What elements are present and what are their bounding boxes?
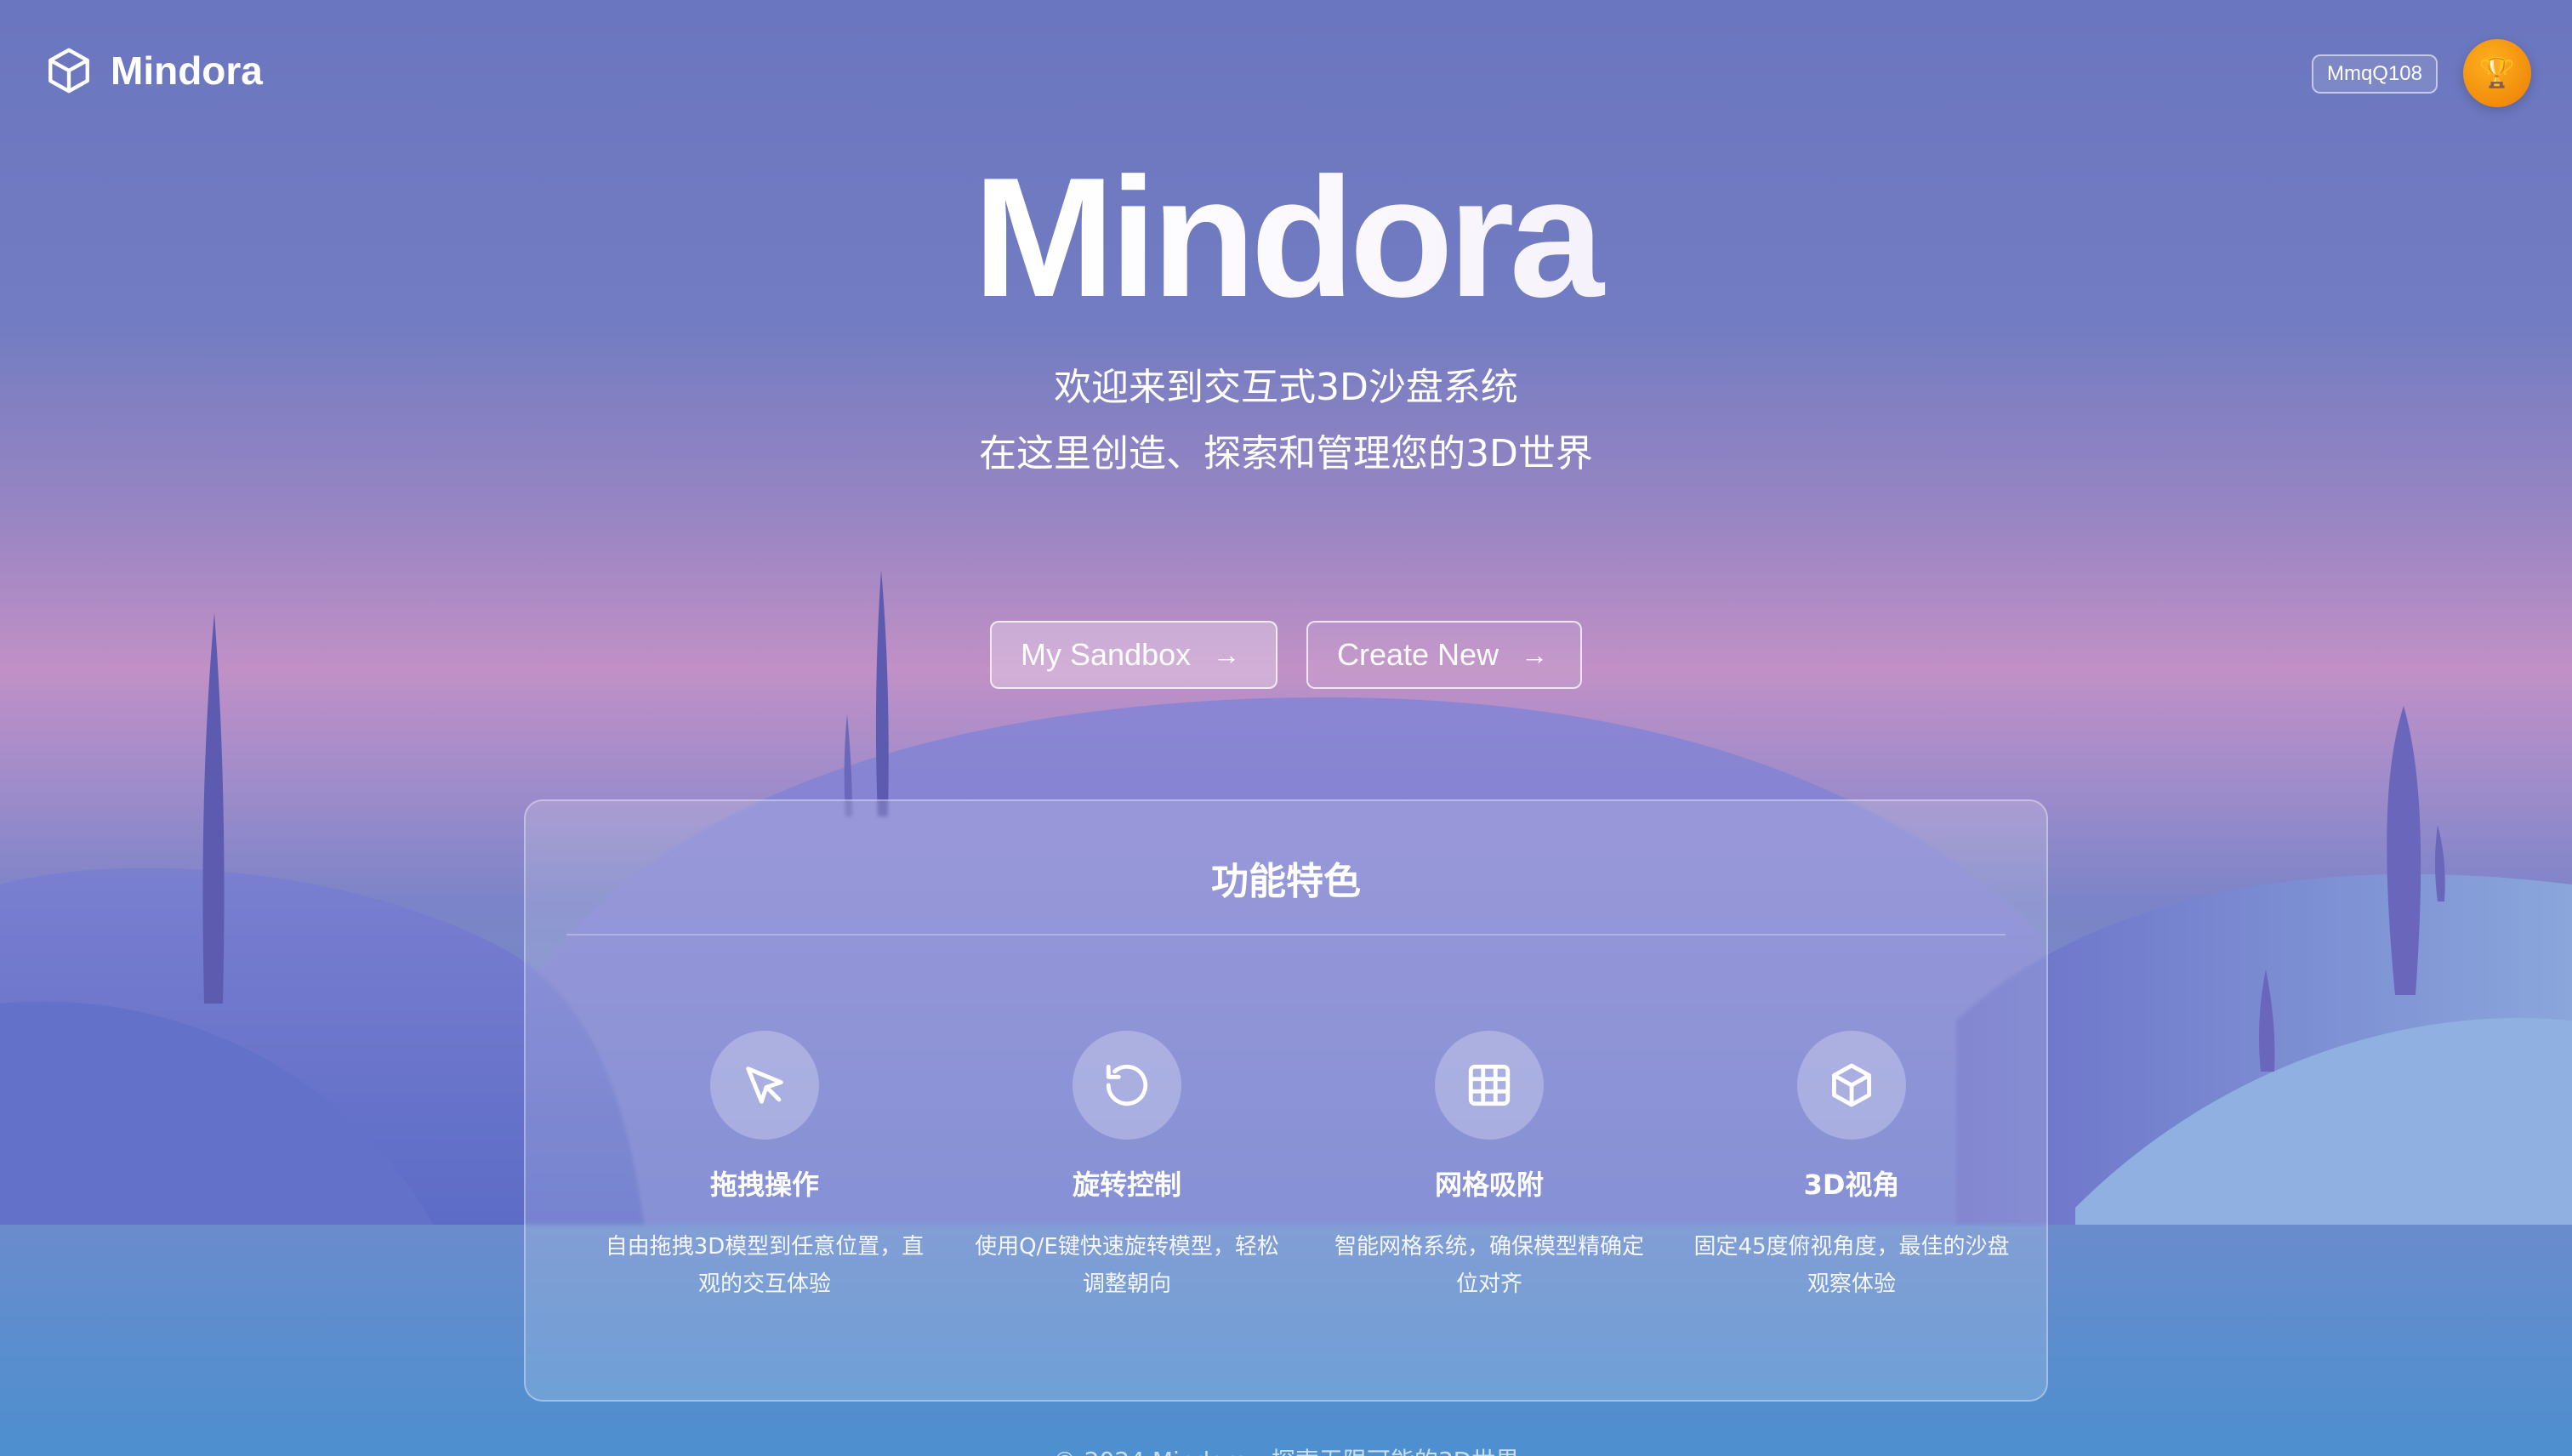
feature-description: 使用Q/E键快速旋转模型，轻松调整朝向 <box>975 1234 1279 1297</box>
username-badge[interactable]: MmqQ108 <box>2311 54 2438 94</box>
feature-3d-view: 3D视角 固定45度俯视角度，最佳的沙盘观察体验 <box>1670 1031 2033 1303</box>
features-panel: 功能特色 拖拽操作 自由拖拽3D模型到任意位置，直观的交互体验 旋转控制 使用Q… <box>524 799 2048 1402</box>
grid-icon <box>1468 1064 1511 1106</box>
features-list: 拖拽操作 自由拖拽3D模型到任意位置，直观的交互体验 旋转控制 使用Q/E键快速… <box>583 1031 2033 1303</box>
features-title: 功能特色 <box>1211 860 1361 903</box>
trophy-icon: 🏆 <box>2478 56 2516 90</box>
brand-name: Mindora <box>111 48 263 93</box>
hero-subtitle-line1: 欢迎来到交互式3D沙盘系统 <box>1054 366 1518 409</box>
hero-actions: My Sandbox → Create New → <box>0 621 2572 689</box>
achievements-button[interactable]: 🏆 <box>2463 39 2531 107</box>
cursor-icon <box>746 1066 783 1104</box>
page: Mindora MmqQ108 🏆 Mindora 欢迎来到交互式3D沙盘系统 … <box>0 0 2572 1456</box>
divider <box>566 934 2006 936</box>
feature-title: 旋转控制 <box>1072 1169 1181 1201</box>
arrow-right-icon: → <box>1213 639 1241 670</box>
feature-icon-circle <box>710 1031 819 1140</box>
cube-icon <box>1832 1063 1871 1107</box>
hero-title: Mindora <box>0 153 2572 323</box>
feature-rotate: 旋转控制 使用Q/E键快速旋转模型，轻松调整朝向 <box>946 1031 1308 1303</box>
feature-icon-circle <box>1797 1031 1906 1140</box>
arrow-right-icon: → <box>1521 639 1549 670</box>
brand-logo[interactable]: Mindora <box>44 44 263 97</box>
feature-grid-snap: 网格吸附 智能网格系统，确保模型精确定位对齐 <box>1308 1031 1670 1303</box>
feature-title: 3D视角 <box>1803 1169 1900 1201</box>
footer-text: © 2024 Mindora · 探索无限可能的3D世界 <box>0 1442 2572 1456</box>
cube-icon <box>48 48 89 94</box>
create-new-button[interactable]: Create New → <box>1306 621 1582 689</box>
feature-description: 智能网格系统，确保模型精确定位对齐 <box>1334 1234 1644 1297</box>
rotate-icon <box>1106 1064 1148 1106</box>
create-new-label: Create New <box>1337 637 1499 672</box>
feature-icon-circle <box>1435 1031 1544 1140</box>
feature-title: 拖拽操作 <box>709 1169 819 1201</box>
hero-subtitle-line2: 在这里创造、探索和管理您的3D世界 <box>979 432 1593 475</box>
feature-title: 网格吸附 <box>1434 1169 1544 1201</box>
feature-icon-circle <box>1073 1031 1181 1140</box>
feature-description: 自由拖拽3D模型到任意位置，直观的交互体验 <box>605 1234 925 1297</box>
my-sandbox-label: My Sandbox <box>1021 637 1192 672</box>
feature-description: 固定45度俯视角度，最佳的沙盘观察体验 <box>1693 1234 2010 1297</box>
my-sandbox-button[interactable]: My Sandbox → <box>990 621 1277 689</box>
feature-drag: 拖拽操作 自由拖拽3D模型到任意位置，直观的交互体验 <box>583 1031 946 1303</box>
